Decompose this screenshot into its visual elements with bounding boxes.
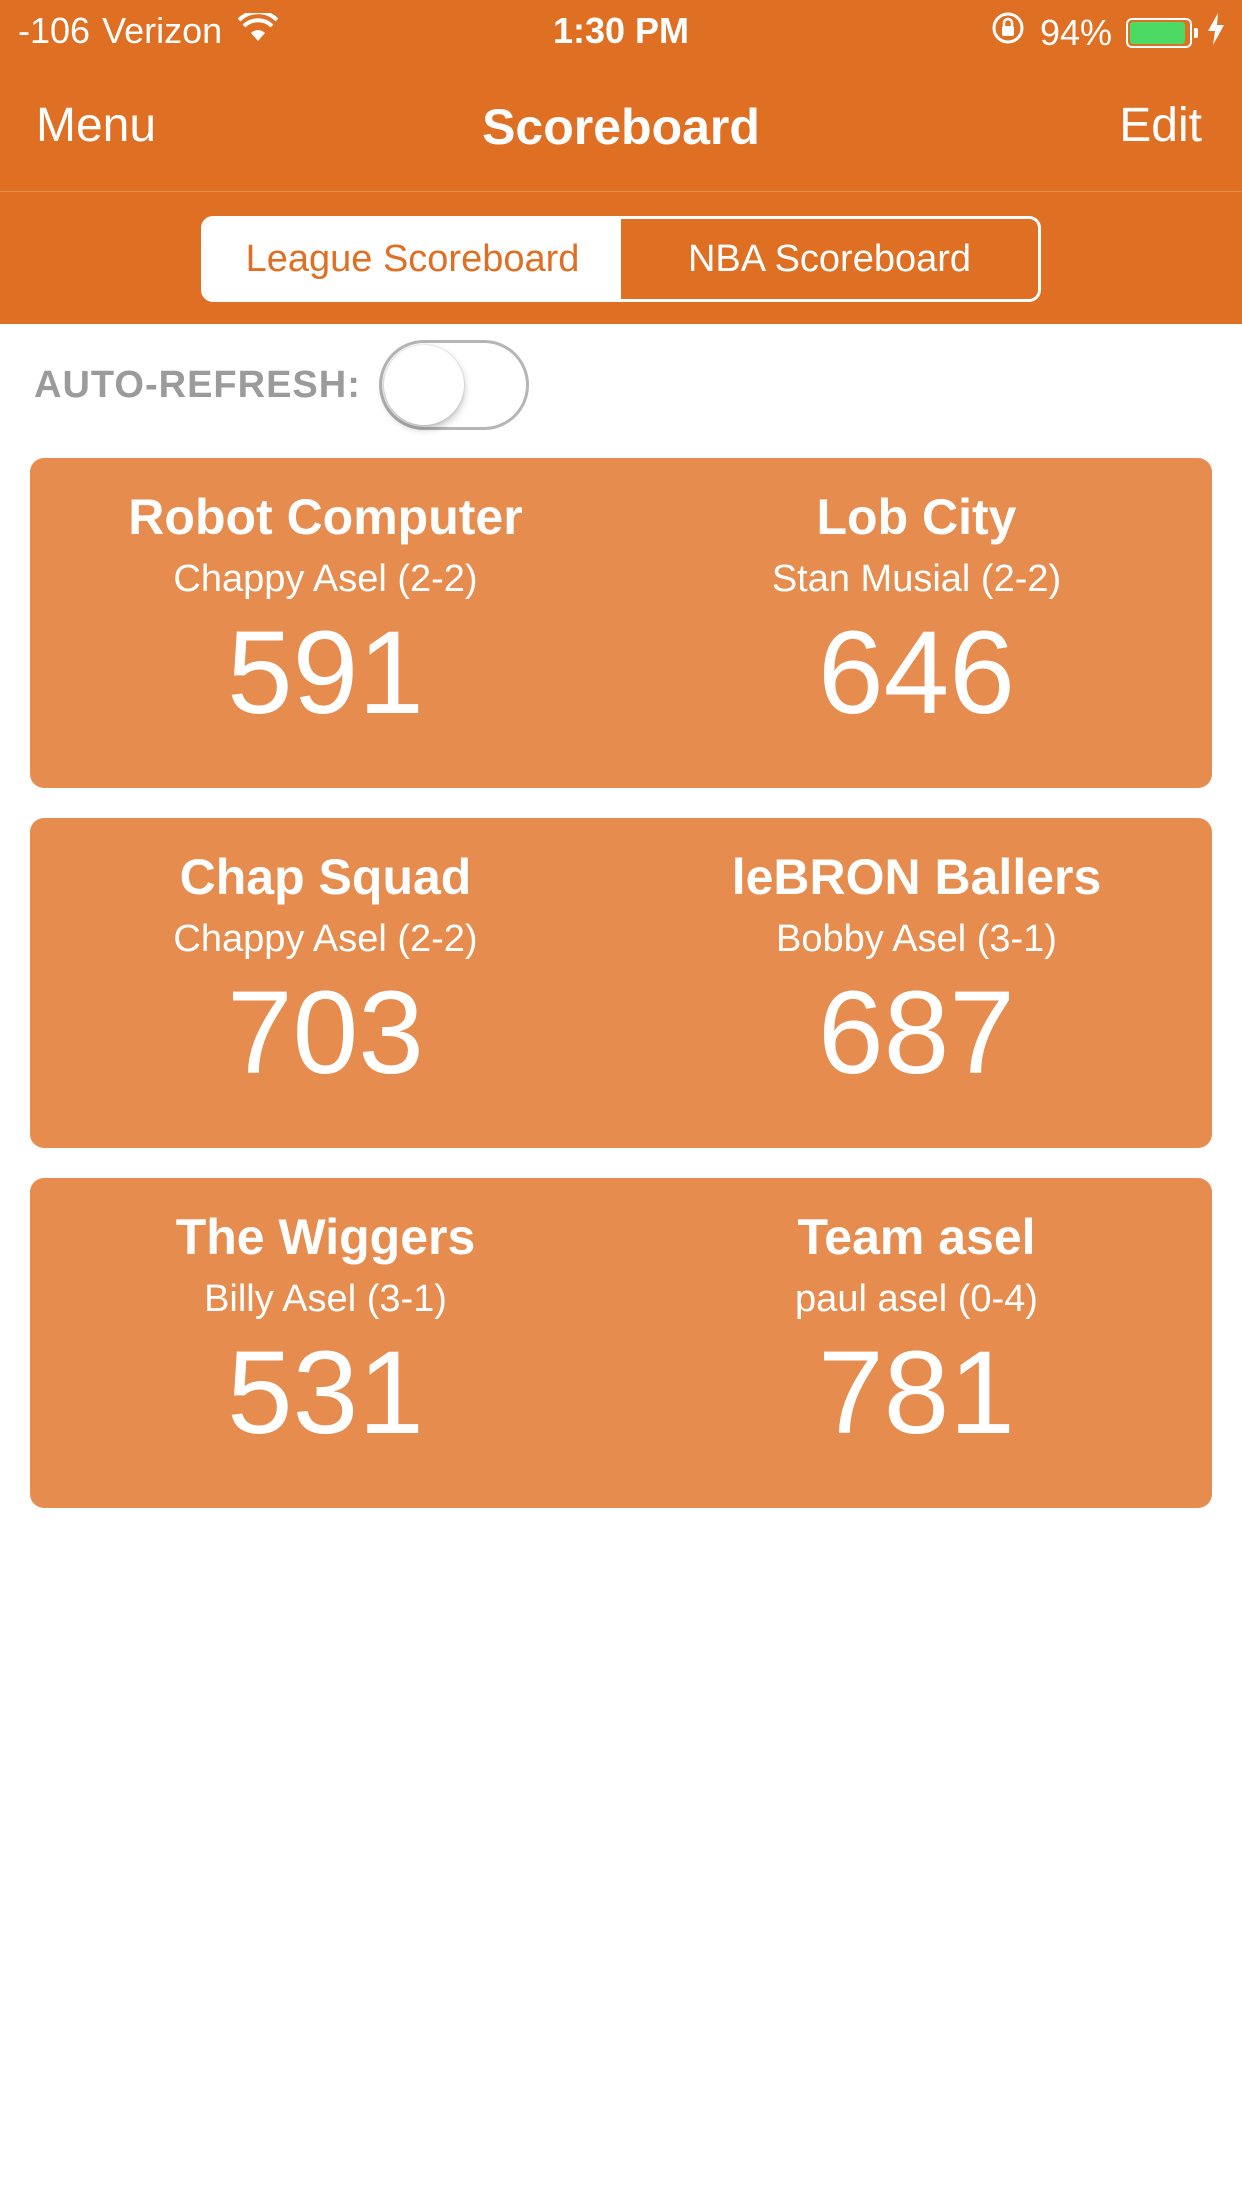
toggle-knob [383,345,464,425]
scoreboard-segmented-control: League Scoreboard NBA Scoreboard [201,216,1041,302]
matchup-card[interactable]: Chap Squad Chappy Asel (2-2) 703 leBRON … [30,818,1212,1148]
team-name: Lob City [816,489,1017,545]
tab-league-scoreboard[interactable]: League Scoreboard [204,219,621,299]
team-owner: Chappy Asel (2-2) [173,558,478,600]
rotation-lock-icon [990,10,1026,55]
team-name: Robot Computer [128,489,523,545]
team-score: 591 [227,607,424,739]
team-owner: Chappy Asel (2-2) [173,918,478,960]
home-team: Robot Computer Chappy Asel (2-2) 591 [30,458,621,788]
team-score: 781 [818,1327,1015,1459]
away-team: leBRON Ballers Bobby Asel (3-1) 687 [621,818,1212,1148]
team-owner: paul asel (0-4) [795,1278,1038,1320]
team-score: 531 [227,1327,424,1459]
battery-fill [1130,21,1185,44]
status-bar: -106 Verizon 1:30 PM 94% [0,0,1242,62]
nav-divider [0,191,1242,192]
home-team: The Wiggers Billy Asel (3-1) 531 [30,1178,621,1508]
team-name: leBRON Ballers [731,849,1102,905]
team-score: 687 [818,967,1015,1099]
auto-refresh-label: AUTO-REFRESH: [34,363,361,406]
charging-bolt-icon [1206,12,1226,54]
team-score: 646 [818,607,1015,739]
navigation-bar: Menu Scoreboard Edit [0,62,1242,192]
team-score: 703 [227,967,424,1099]
matchup-card[interactable]: The Wiggers Billy Asel (3-1) 531 Team as… [30,1178,1212,1508]
away-team: Team asel paul asel (0-4) 781 [621,1178,1212,1508]
auto-refresh-row: AUTO-REFRESH: [34,340,529,430]
away-team: Lob City Stan Musial (2-2) 646 [621,458,1212,788]
matchup-card[interactable]: Robot Computer Chappy Asel (2-2) 591 Lob… [30,458,1212,788]
status-right: 94% [990,10,1226,55]
edit-button[interactable]: Edit [1119,98,1202,153]
auto-refresh-toggle[interactable] [378,340,529,430]
page-title: Scoreboard [482,99,760,155]
home-team: Chap Squad Chappy Asel (2-2) 703 [30,818,621,1148]
team-name: Team asel [797,1209,1036,1265]
team-owner: Billy Asel (3-1) [204,1278,447,1320]
battery-icon [1126,17,1198,48]
team-owner: Stan Musial (2-2) [771,558,1062,600]
tab-nba-scoreboard[interactable]: NBA Scoreboard [621,219,1038,299]
team-owner: Bobby Asel (3-1) [776,918,1057,960]
team-name: Chap Squad [179,849,472,905]
team-name: The Wiggers [175,1209,476,1265]
battery-percent: 94% [1039,11,1112,53]
